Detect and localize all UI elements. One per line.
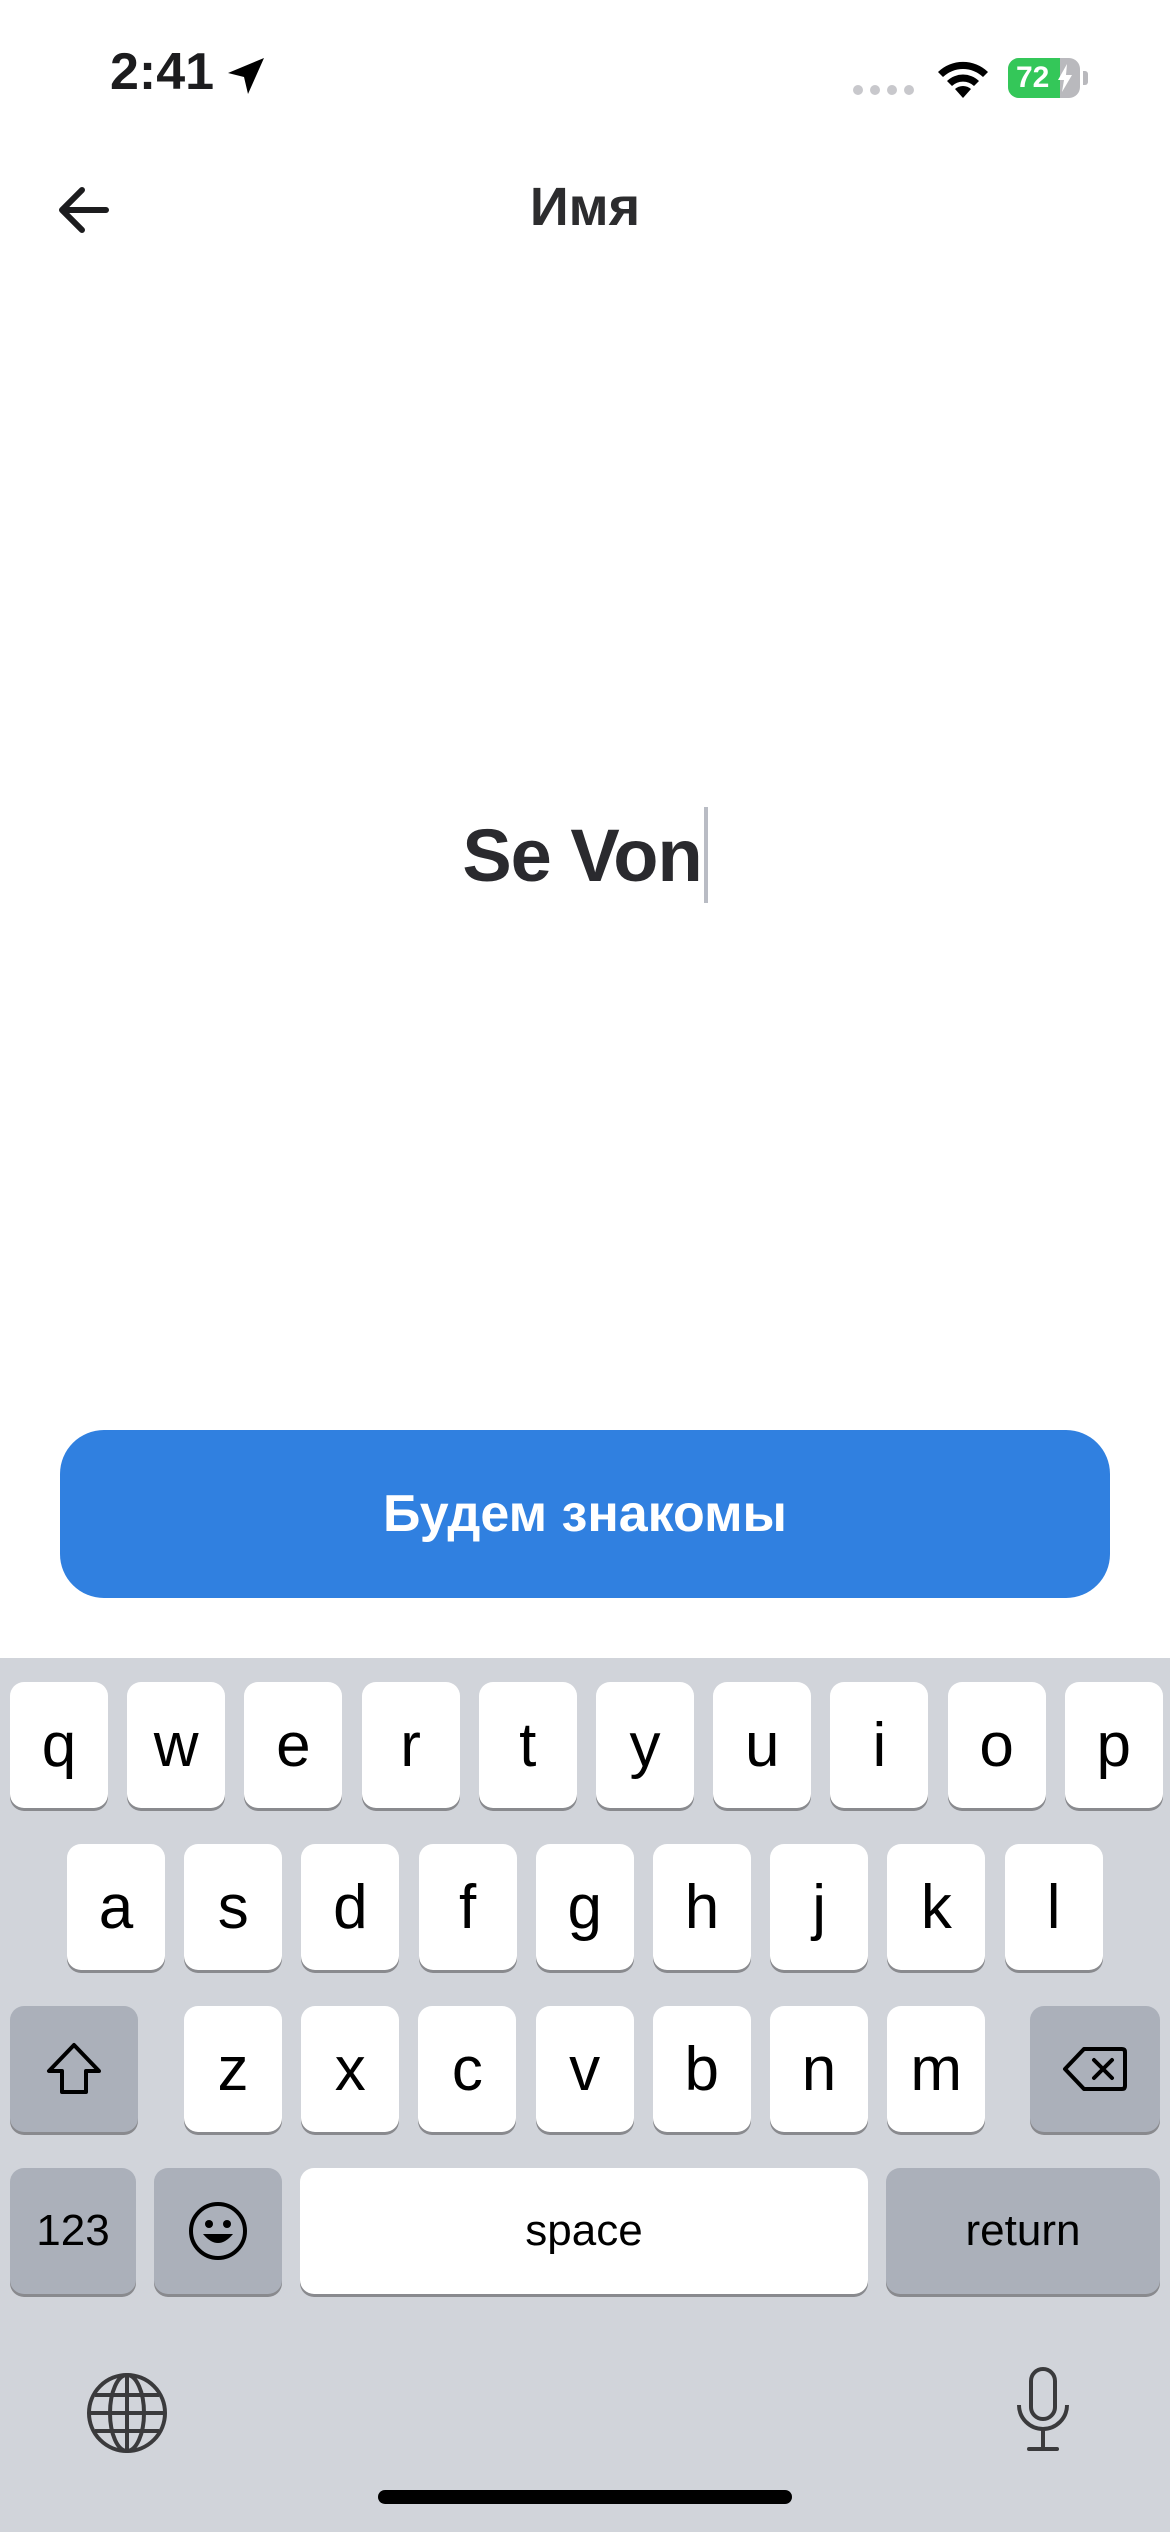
status-bar: 2:41 72	[0, 0, 1170, 150]
emoji-icon	[189, 2202, 247, 2260]
key-v[interactable]: v	[535, 2006, 634, 2132]
key-z[interactable]: z	[184, 2006, 282, 2132]
page-title: Имя	[529, 177, 641, 237]
key-u[interactable]: u	[713, 1682, 812, 1808]
globe-key[interactable]	[84, 2370, 170, 2456]
key-y[interactable]: y	[596, 1682, 694, 1808]
emoji-key[interactable]	[154, 2168, 282, 2294]
key-o[interactable]: o	[947, 1682, 1046, 1808]
microphone-icon	[1017, 2367, 1069, 2451]
battery-charging-icon	[1058, 64, 1072, 92]
key-i[interactable]: i	[830, 1682, 929, 1808]
shift-icon	[47, 2043, 101, 2094]
home-indicator	[378, 2490, 792, 2504]
name-input-value[interactable]: Se Von	[462, 813, 702, 898]
key-k[interactable]: k	[887, 1844, 986, 1970]
keyboard: qwertyuiop asdfghjkl zxcvbnm 123 space r…	[0, 1658, 1170, 2532]
key-q[interactable]: q	[10, 1682, 108, 1808]
shift-key[interactable]	[10, 2006, 138, 2132]
status-time: 2:41	[110, 43, 215, 101]
location-arrow-icon	[228, 58, 264, 94]
numbers-key[interactable]: 123	[10, 2168, 136, 2294]
key-j[interactable]: j	[770, 1844, 869, 1970]
key-d[interactable]: d	[301, 1844, 400, 1970]
key-p[interactable]: p	[1064, 1682, 1163, 1808]
key-m[interactable]: m	[887, 2006, 986, 2132]
key-e[interactable]: e	[244, 1682, 343, 1808]
key-l[interactable]: l	[1004, 1844, 1103, 1970]
globe-icon	[87, 2373, 167, 2453]
battery-indicator: 72	[1008, 58, 1088, 98]
name-field[interactable]: Se Von	[0, 800, 1170, 910]
key-b[interactable]: b	[652, 2006, 751, 2132]
space-key[interactable]: space	[300, 2168, 868, 2294]
text-caret	[703, 807, 708, 903]
key-h[interactable]: h	[653, 1844, 751, 1970]
return-key[interactable]: return	[886, 2168, 1160, 2294]
key-n[interactable]: n	[770, 2006, 868, 2132]
dictation-key[interactable]	[1000, 2360, 1086, 2460]
key-x[interactable]: x	[301, 2006, 400, 2132]
key-s[interactable]: s	[184, 1844, 283, 1970]
key-r[interactable]: r	[361, 1682, 460, 1808]
delete-key[interactable]	[1030, 2006, 1160, 2132]
delete-icon	[1063, 2047, 1127, 2091]
wifi-icon	[938, 61, 988, 98]
key-g[interactable]: g	[535, 1844, 634, 1970]
key-w[interactable]: w	[127, 1682, 226, 1808]
submit-button[interactable]: Будем знакомы	[60, 1430, 1110, 1598]
key-t[interactable]: t	[478, 1682, 577, 1808]
key-f[interactable]: f	[418, 1844, 517, 1970]
key-a[interactable]: a	[67, 1844, 165, 1970]
signal-dots-icon	[853, 85, 914, 95]
key-c[interactable]: c	[418, 2006, 517, 2132]
